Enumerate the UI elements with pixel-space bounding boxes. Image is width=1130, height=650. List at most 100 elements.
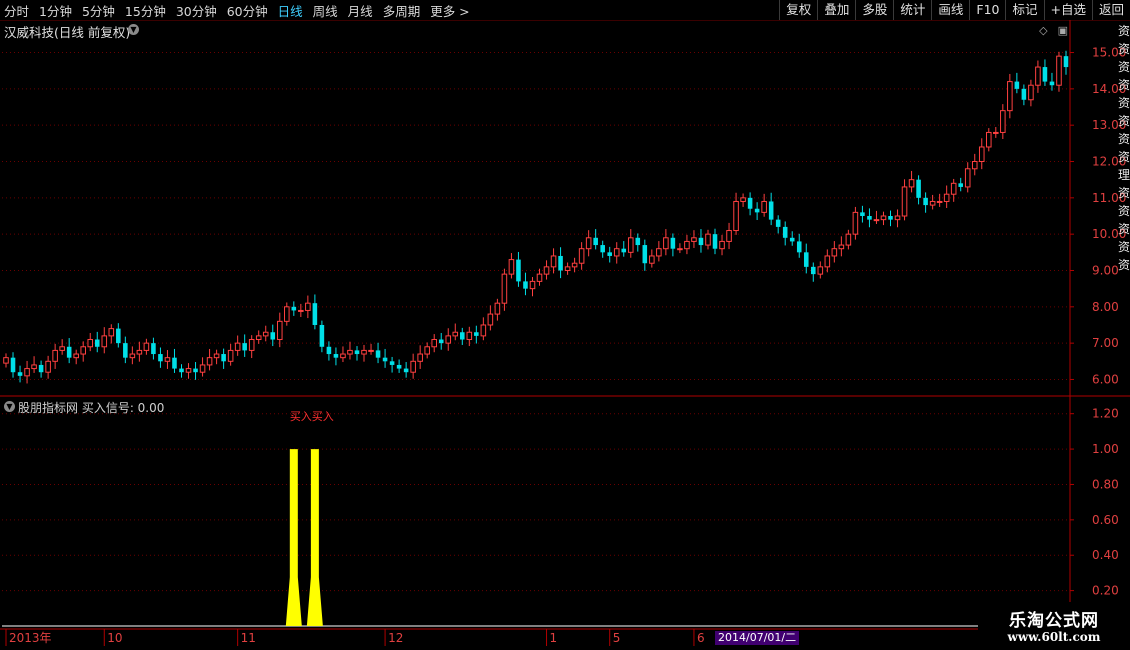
candle-body xyxy=(656,248,662,257)
indicator-label: 股朋指标网 买入信号: 0.00 xyxy=(18,401,165,415)
candle-body xyxy=(1000,110,1006,133)
x-tick-label: 12 xyxy=(388,631,403,645)
candle-body xyxy=(516,259,521,282)
candle-body xyxy=(262,331,269,337)
candle-body xyxy=(361,349,367,355)
candle-body xyxy=(368,349,374,352)
candle-body xyxy=(73,353,79,359)
candle-body xyxy=(221,354,226,362)
candle-body xyxy=(354,350,360,355)
candle-body xyxy=(326,346,332,355)
candle-body xyxy=(536,273,543,282)
candle-body xyxy=(179,368,184,373)
candle-body xyxy=(803,252,809,267)
candle-body xyxy=(845,233,852,246)
candle-body xyxy=(234,342,241,351)
candle-body xyxy=(116,328,121,344)
price-tick-label: 8.00 xyxy=(1092,300,1119,314)
candle-body xyxy=(635,237,641,246)
x-tick-label: 10 xyxy=(107,631,122,645)
candle-body xyxy=(452,331,459,337)
candle-body xyxy=(964,168,971,188)
candle-body xyxy=(298,309,304,312)
candle-body xyxy=(719,240,725,250)
candle-body xyxy=(31,364,37,370)
candle-body xyxy=(831,248,838,257)
candle-body xyxy=(474,332,479,336)
candle-body xyxy=(276,320,283,341)
window-icon[interactable]: ▣ xyxy=(1058,24,1068,37)
candle-body xyxy=(333,354,339,358)
candle-body xyxy=(172,357,177,369)
candle-body xyxy=(943,193,950,202)
candle-body xyxy=(151,343,156,355)
candle-body xyxy=(929,200,936,206)
candle-body xyxy=(558,255,563,271)
candle-body xyxy=(740,197,746,202)
candle-body xyxy=(627,237,634,253)
x-tick-label: 11 xyxy=(241,631,256,645)
date-badge: 2014/07/01/二 xyxy=(715,631,800,645)
candle-body xyxy=(950,182,957,195)
candle-body xyxy=(270,332,276,340)
candle-body xyxy=(923,197,928,206)
candle-body xyxy=(389,361,395,365)
candle-body xyxy=(284,306,290,322)
stock-chart[interactable]: 15.0014.0013.0012.0011.0010.009.008.007.… xyxy=(0,0,1130,650)
candle-body xyxy=(164,357,171,362)
candle-body xyxy=(993,131,999,134)
candle-body xyxy=(733,200,739,232)
candle-body xyxy=(52,349,58,362)
candle-body xyxy=(852,211,859,235)
candle-body xyxy=(916,179,921,198)
indicator-tick-label: 0.40 xyxy=(1092,548,1119,562)
candle-body xyxy=(185,368,192,373)
candle-body xyxy=(677,248,683,251)
candle-body xyxy=(613,248,620,257)
indicator-tick-label: 0.80 xyxy=(1092,477,1119,491)
candle-body xyxy=(607,252,612,256)
candle-body xyxy=(550,255,557,268)
candle-body xyxy=(38,364,44,373)
chevron-down-icon[interactable]: ▼ xyxy=(128,24,139,35)
candle-body xyxy=(319,324,325,347)
candle-body xyxy=(585,237,592,250)
indicator-chevron-icon[interactable]: ▼ xyxy=(4,401,15,412)
candle-body xyxy=(403,368,409,373)
candle-body xyxy=(45,360,51,373)
diamond-icon[interactable]: ◇ xyxy=(1039,24,1047,37)
candle-body xyxy=(460,332,465,340)
candle-body xyxy=(445,335,452,344)
watermark-url: www.60lt.com xyxy=(1007,630,1101,644)
candle-body xyxy=(466,331,473,341)
candle-body xyxy=(691,237,697,242)
candle-body xyxy=(621,248,627,253)
candle-body xyxy=(888,216,893,220)
candle-body xyxy=(291,306,297,311)
candle-body xyxy=(1042,67,1048,82)
candle-body xyxy=(901,186,908,217)
candle-body xyxy=(347,349,353,355)
candle-body xyxy=(971,161,978,170)
candle-body xyxy=(523,281,528,289)
chart-title: 汉威科技(日线 前复权) xyxy=(4,25,131,40)
candle-body xyxy=(87,339,94,348)
buy-signal-bar xyxy=(285,449,302,626)
candle-body xyxy=(431,339,437,348)
candle-body xyxy=(1063,56,1069,68)
x-tick-label: 5 xyxy=(613,631,621,645)
candle-body xyxy=(340,353,346,359)
candle-body xyxy=(158,354,163,362)
candle-body xyxy=(508,259,515,275)
candle-body xyxy=(10,357,16,373)
candle-body xyxy=(663,237,669,250)
candle-body xyxy=(1035,66,1041,86)
candle-body xyxy=(375,350,381,358)
candle-body xyxy=(80,346,87,355)
candle-body xyxy=(978,146,985,163)
candle-body xyxy=(417,353,423,362)
candle-body xyxy=(986,131,992,148)
candle-body xyxy=(543,266,550,275)
candle-body xyxy=(242,343,247,351)
candle-body xyxy=(59,346,65,351)
